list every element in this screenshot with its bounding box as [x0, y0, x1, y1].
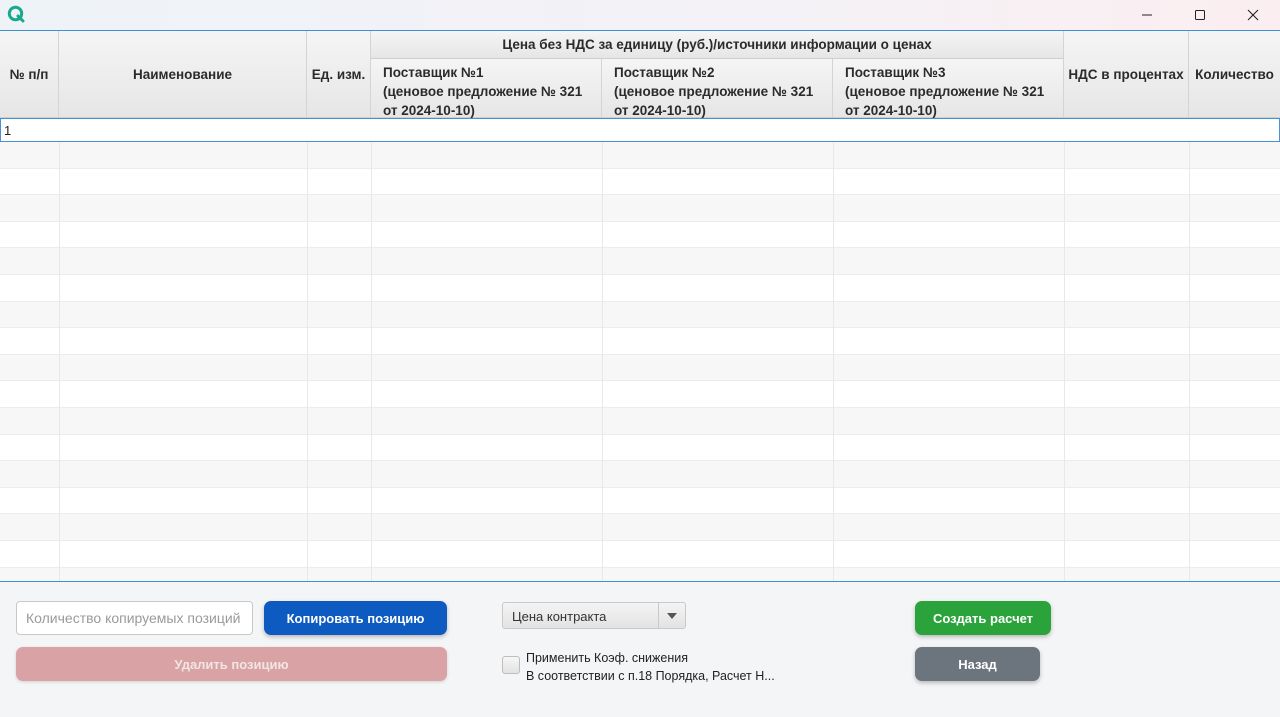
- supplier-3-offer: (ценовое предложение № 321: [845, 84, 1045, 99]
- copy-position-button[interactable]: Копировать позицию: [264, 601, 447, 635]
- column-divider: [307, 118, 308, 581]
- column-header-num[interactable]: № п/п: [0, 31, 59, 118]
- maximize-button[interactable]: [1177, 0, 1223, 30]
- table-row[interactable]: [0, 222, 1280, 249]
- maximize-icon: [1195, 10, 1205, 20]
- column-divider: [1064, 118, 1065, 581]
- supplier-2-title: Поставщик №2: [614, 65, 715, 80]
- table-row[interactable]: [0, 142, 1280, 169]
- close-icon: [1247, 9, 1259, 21]
- table-row[interactable]: [0, 381, 1280, 408]
- column-header-vat[interactable]: НДС в процентах: [1064, 31, 1189, 118]
- table-row[interactable]: 1: [0, 118, 1280, 142]
- column-header-supplier-2[interactable]: Поставщик №2 (ценовое предложение № 321 …: [602, 59, 833, 118]
- table-row[interactable]: [0, 169, 1280, 196]
- delete-position-button[interactable]: Удалить позицию: [16, 647, 447, 681]
- create-calculation-button[interactable]: Создать расчет: [915, 601, 1051, 635]
- price-type-select[interactable]: Цена контракта: [502, 602, 686, 629]
- apply-coef-sublabel: В соответствии с п.18 Порядка, Расчет Н.…: [526, 669, 775, 683]
- dropdown-arrow[interactable]: [658, 603, 685, 628]
- chevron-down-icon: [667, 612, 677, 619]
- apply-coef-checkbox[interactable]: [502, 656, 520, 674]
- app-logo-q-icon: [7, 5, 25, 23]
- table-row[interactable]: [0, 328, 1280, 355]
- minimize-button[interactable]: [1124, 0, 1170, 30]
- supplier-1-title: Поставщик №1: [383, 65, 484, 80]
- window-titlebar: [0, 0, 1280, 30]
- table-row[interactable]: [0, 354, 1280, 382]
- column-header-supplier-1[interactable]: Поставщик №1 (ценовое предложение № 321 …: [371, 59, 602, 118]
- table-row[interactable]: [0, 195, 1280, 222]
- table-row[interactable]: [0, 488, 1280, 515]
- column-divider: [833, 118, 834, 581]
- price-type-selected: Цена контракта: [512, 609, 607, 624]
- column-header-unit[interactable]: Ед. изм.: [307, 31, 371, 118]
- minimize-icon: [1142, 14, 1152, 16]
- table-row[interactable]: [0, 514, 1280, 541]
- column-divider: [602, 118, 603, 581]
- table-row[interactable]: [0, 408, 1280, 435]
- column-header-qty[interactable]: Количество: [1189, 31, 1280, 118]
- column-header-name[interactable]: Наименование: [59, 31, 307, 118]
- row-number-cell[interactable]: 1: [4, 123, 11, 138]
- table-row[interactable]: [0, 275, 1280, 302]
- table-row[interactable]: [0, 301, 1280, 329]
- supplier-3-title: Поставщик №3: [845, 65, 946, 80]
- positions-table: № п/п Наименование Ед. изм. Цена без НДС…: [0, 30, 1280, 582]
- column-divider: [59, 118, 60, 581]
- column-header-supplier-3[interactable]: Поставщик №3 (ценовое предложение № 321 …: [833, 59, 1064, 118]
- column-header-price-group: Цена без НДС за единицу (руб.)/источники…: [371, 31, 1064, 59]
- table-row[interactable]: [0, 461, 1280, 488]
- supplier-2-offer: (ценовое предложение № 321: [614, 84, 814, 99]
- copy-count-input[interactable]: [16, 601, 253, 635]
- apply-coef-label: Применить Коэф. снижения: [526, 651, 689, 665]
- column-divider: [1189, 118, 1190, 581]
- table-row[interactable]: [0, 248, 1280, 275]
- table-row[interactable]: [0, 567, 1280, 581]
- column-divider: [371, 118, 372, 581]
- back-button[interactable]: Назад: [915, 647, 1040, 681]
- supplier-1-offer: (ценовое предложение № 321: [383, 84, 583, 99]
- close-button[interactable]: [1230, 0, 1276, 30]
- table-row[interactable]: [0, 435, 1280, 462]
- table-row[interactable]: [0, 541, 1280, 568]
